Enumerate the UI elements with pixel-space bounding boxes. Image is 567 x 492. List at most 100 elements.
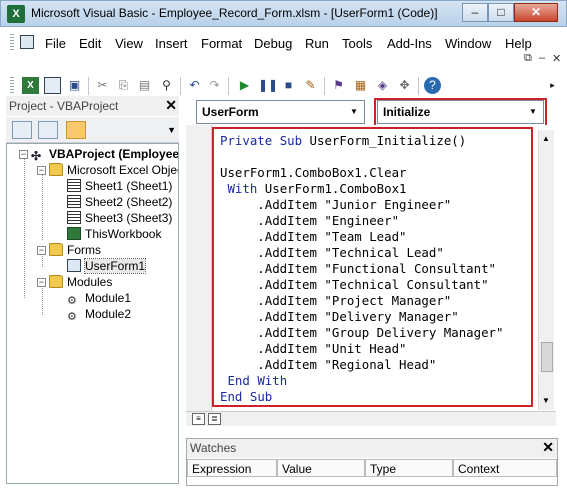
toolbox-icon[interactable]: ✥ bbox=[396, 77, 413, 94]
maximize-button[interactable]: □ bbox=[488, 3, 514, 22]
column-header-value[interactable]: Value bbox=[277, 459, 365, 477]
toolbar-options-icon[interactable]: ▸ bbox=[544, 77, 561, 94]
workbook-icon bbox=[67, 227, 81, 240]
column-header-expression[interactable]: Expression bbox=[187, 459, 277, 477]
paste-icon[interactable]: ▤ bbox=[136, 77, 153, 94]
view-excel-icon[interactable]: X bbox=[22, 77, 39, 94]
undo-icon[interactable]: ↶ bbox=[186, 77, 203, 94]
tree-line bbox=[42, 174, 43, 240]
toggle-folders-icon[interactable] bbox=[66, 121, 86, 139]
tree-line bbox=[24, 158, 25, 298]
tree-node-sheet1[interactable]: Sheet1 (Sheet1) bbox=[67, 178, 172, 194]
userform-icon bbox=[67, 259, 81, 272]
vertical-scrollbar[interactable]: ▲ ▼ bbox=[538, 130, 554, 410]
excel-icon[interactable]: X bbox=[7, 5, 25, 23]
copy-icon[interactable]: ⎘ bbox=[115, 77, 132, 94]
scroll-down-icon[interactable]: ▼ bbox=[542, 396, 550, 405]
menu-format[interactable]: Format bbox=[201, 36, 242, 51]
watches-pane: Watches ✕ Expression Value Type Context bbox=[186, 438, 558, 486]
folder-icon bbox=[49, 275, 63, 288]
close-button[interactable]: ✕ bbox=[514, 3, 558, 22]
tree-node-sheet2[interactable]: Sheet2 (Sheet2) bbox=[67, 194, 172, 210]
object-combo-value: UserForm bbox=[202, 105, 259, 119]
properties-icon[interactable]: ▦ bbox=[352, 77, 369, 94]
tree-node-label: Sheet2 (Sheet2) bbox=[85, 195, 173, 209]
project-explorer-icon[interactable]: ⚑ bbox=[330, 77, 347, 94]
tree-node-vbaproject[interactable]: ✣ VBAProject (Employee bbox=[31, 146, 179, 163]
tree-node-label: Module2 bbox=[85, 307, 132, 321]
tree-node-label: Modules bbox=[67, 275, 113, 289]
window-controls: – □ ✕ bbox=[462, 3, 558, 22]
redo-icon[interactable]: ↷ bbox=[206, 77, 223, 94]
menu-minimize-button[interactable]: – bbox=[539, 52, 545, 64]
menu-add-ins[interactable]: Add-Ins bbox=[387, 36, 432, 51]
project-tree: − ✣ VBAProject (Employee − Microsoft Exce… bbox=[6, 143, 179, 484]
code-window-icon[interactable] bbox=[20, 35, 34, 49]
tree-node-forms[interactable]: Forms bbox=[49, 242, 101, 258]
reset-icon[interactable]: ■ bbox=[280, 77, 297, 94]
tree-node-module2[interactable]: ⚙ Module2 bbox=[67, 306, 131, 324]
menu-close-button[interactable]: ✕ bbox=[552, 52, 561, 65]
expand-toggle[interactable]: − bbox=[37, 166, 46, 175]
full-module-view-icon[interactable]: ≣ bbox=[208, 413, 221, 425]
menu-tools[interactable]: Tools bbox=[342, 36, 372, 51]
column-header-type[interactable]: Type bbox=[365, 459, 453, 477]
insert-userform-icon[interactable] bbox=[44, 77, 61, 94]
save-icon[interactable]: ▣ bbox=[66, 77, 83, 94]
menu-restore-button[interactable]: ⧉ bbox=[524, 52, 532, 65]
watches-close-button[interactable]: ✕ bbox=[542, 439, 554, 456]
tree-node-userform1[interactable]: UserForm1 bbox=[67, 258, 147, 274]
expand-toggle[interactable]: − bbox=[37, 246, 46, 255]
procedure-view-icon[interactable]: ≡ bbox=[192, 413, 205, 425]
design-mode-icon[interactable]: ✎ bbox=[302, 77, 319, 94]
code-view-bar: ≡ ≣ bbox=[186, 411, 556, 426]
menu-bar: File Edit View Insert Format Debug Run T… bbox=[8, 30, 561, 65]
toolbar-grip[interactable] bbox=[10, 77, 14, 95]
tree-node-thisworkbook[interactable]: ThisWorkbook bbox=[67, 226, 161, 242]
scroll-up-icon[interactable]: ▲ bbox=[542, 134, 550, 143]
project-pane-close-button[interactable]: ✕ bbox=[165, 97, 177, 114]
menu-edit[interactable]: Edit bbox=[79, 36, 101, 51]
toolbar-separator bbox=[324, 77, 325, 95]
toolbar-separator bbox=[418, 77, 419, 95]
menubar-grip[interactable] bbox=[10, 34, 14, 52]
menu-window[interactable]: Window bbox=[445, 36, 491, 51]
help-icon[interactable]: ? bbox=[424, 77, 441, 94]
menu-help[interactable]: Help bbox=[505, 36, 532, 51]
tree-node-label: VBAProject (Employee bbox=[49, 147, 179, 161]
tree-node-label: Sheet3 (Sheet3) bbox=[85, 211, 173, 225]
chevron-down-icon[interactable]: ▼ bbox=[346, 103, 362, 121]
tree-node-modules[interactable]: Modules bbox=[49, 274, 112, 290]
view-object-icon[interactable] bbox=[38, 121, 58, 139]
menu-file[interactable]: File bbox=[45, 36, 66, 51]
view-code-icon[interactable] bbox=[12, 121, 32, 139]
menu-view[interactable]: View bbox=[115, 36, 143, 51]
scrollbar-thumb[interactable] bbox=[541, 342, 553, 372]
tree-node-excel-objects[interactable]: Microsoft Excel Objects bbox=[49, 162, 178, 178]
menu-run[interactable]: Run bbox=[305, 36, 329, 51]
project-toolbar: ▼ bbox=[6, 117, 179, 143]
tree-node-label: UserForm1 bbox=[83, 258, 147, 274]
expand-toggle[interactable]: − bbox=[19, 150, 28, 159]
run-icon[interactable]: ▶ bbox=[236, 77, 253, 94]
find-icon[interactable]: ⚲ bbox=[158, 77, 175, 94]
break-icon[interactable]: ❚❚ bbox=[258, 77, 278, 94]
tree-node-label: Module1 bbox=[85, 291, 132, 305]
chevron-down-icon[interactable]: ▼ bbox=[167, 125, 176, 135]
tree-node-label: ThisWorkbook bbox=[85, 227, 162, 241]
expand-toggle[interactable]: − bbox=[37, 278, 46, 287]
watches-title: Watches bbox=[190, 441, 237, 455]
object-combo[interactable]: UserForm ▼ bbox=[196, 100, 365, 124]
window-title: Microsoft Visual Basic - Employee_Record… bbox=[31, 6, 438, 20]
tree-line bbox=[42, 286, 43, 315]
menu-debug[interactable]: Debug bbox=[254, 36, 292, 51]
worksheet-icon bbox=[67, 211, 81, 224]
menu-insert[interactable]: Insert bbox=[155, 36, 188, 51]
folder-icon bbox=[49, 243, 63, 256]
tree-node-sheet3[interactable]: Sheet3 (Sheet3) bbox=[67, 210, 172, 226]
object-browser-icon[interactable]: ◈ bbox=[374, 77, 391, 94]
minimize-button[interactable]: – bbox=[462, 3, 488, 22]
column-header-context[interactable]: Context bbox=[453, 459, 557, 477]
code-margin[interactable] bbox=[186, 125, 212, 411]
cut-icon[interactable]: ✂ bbox=[94, 77, 111, 94]
